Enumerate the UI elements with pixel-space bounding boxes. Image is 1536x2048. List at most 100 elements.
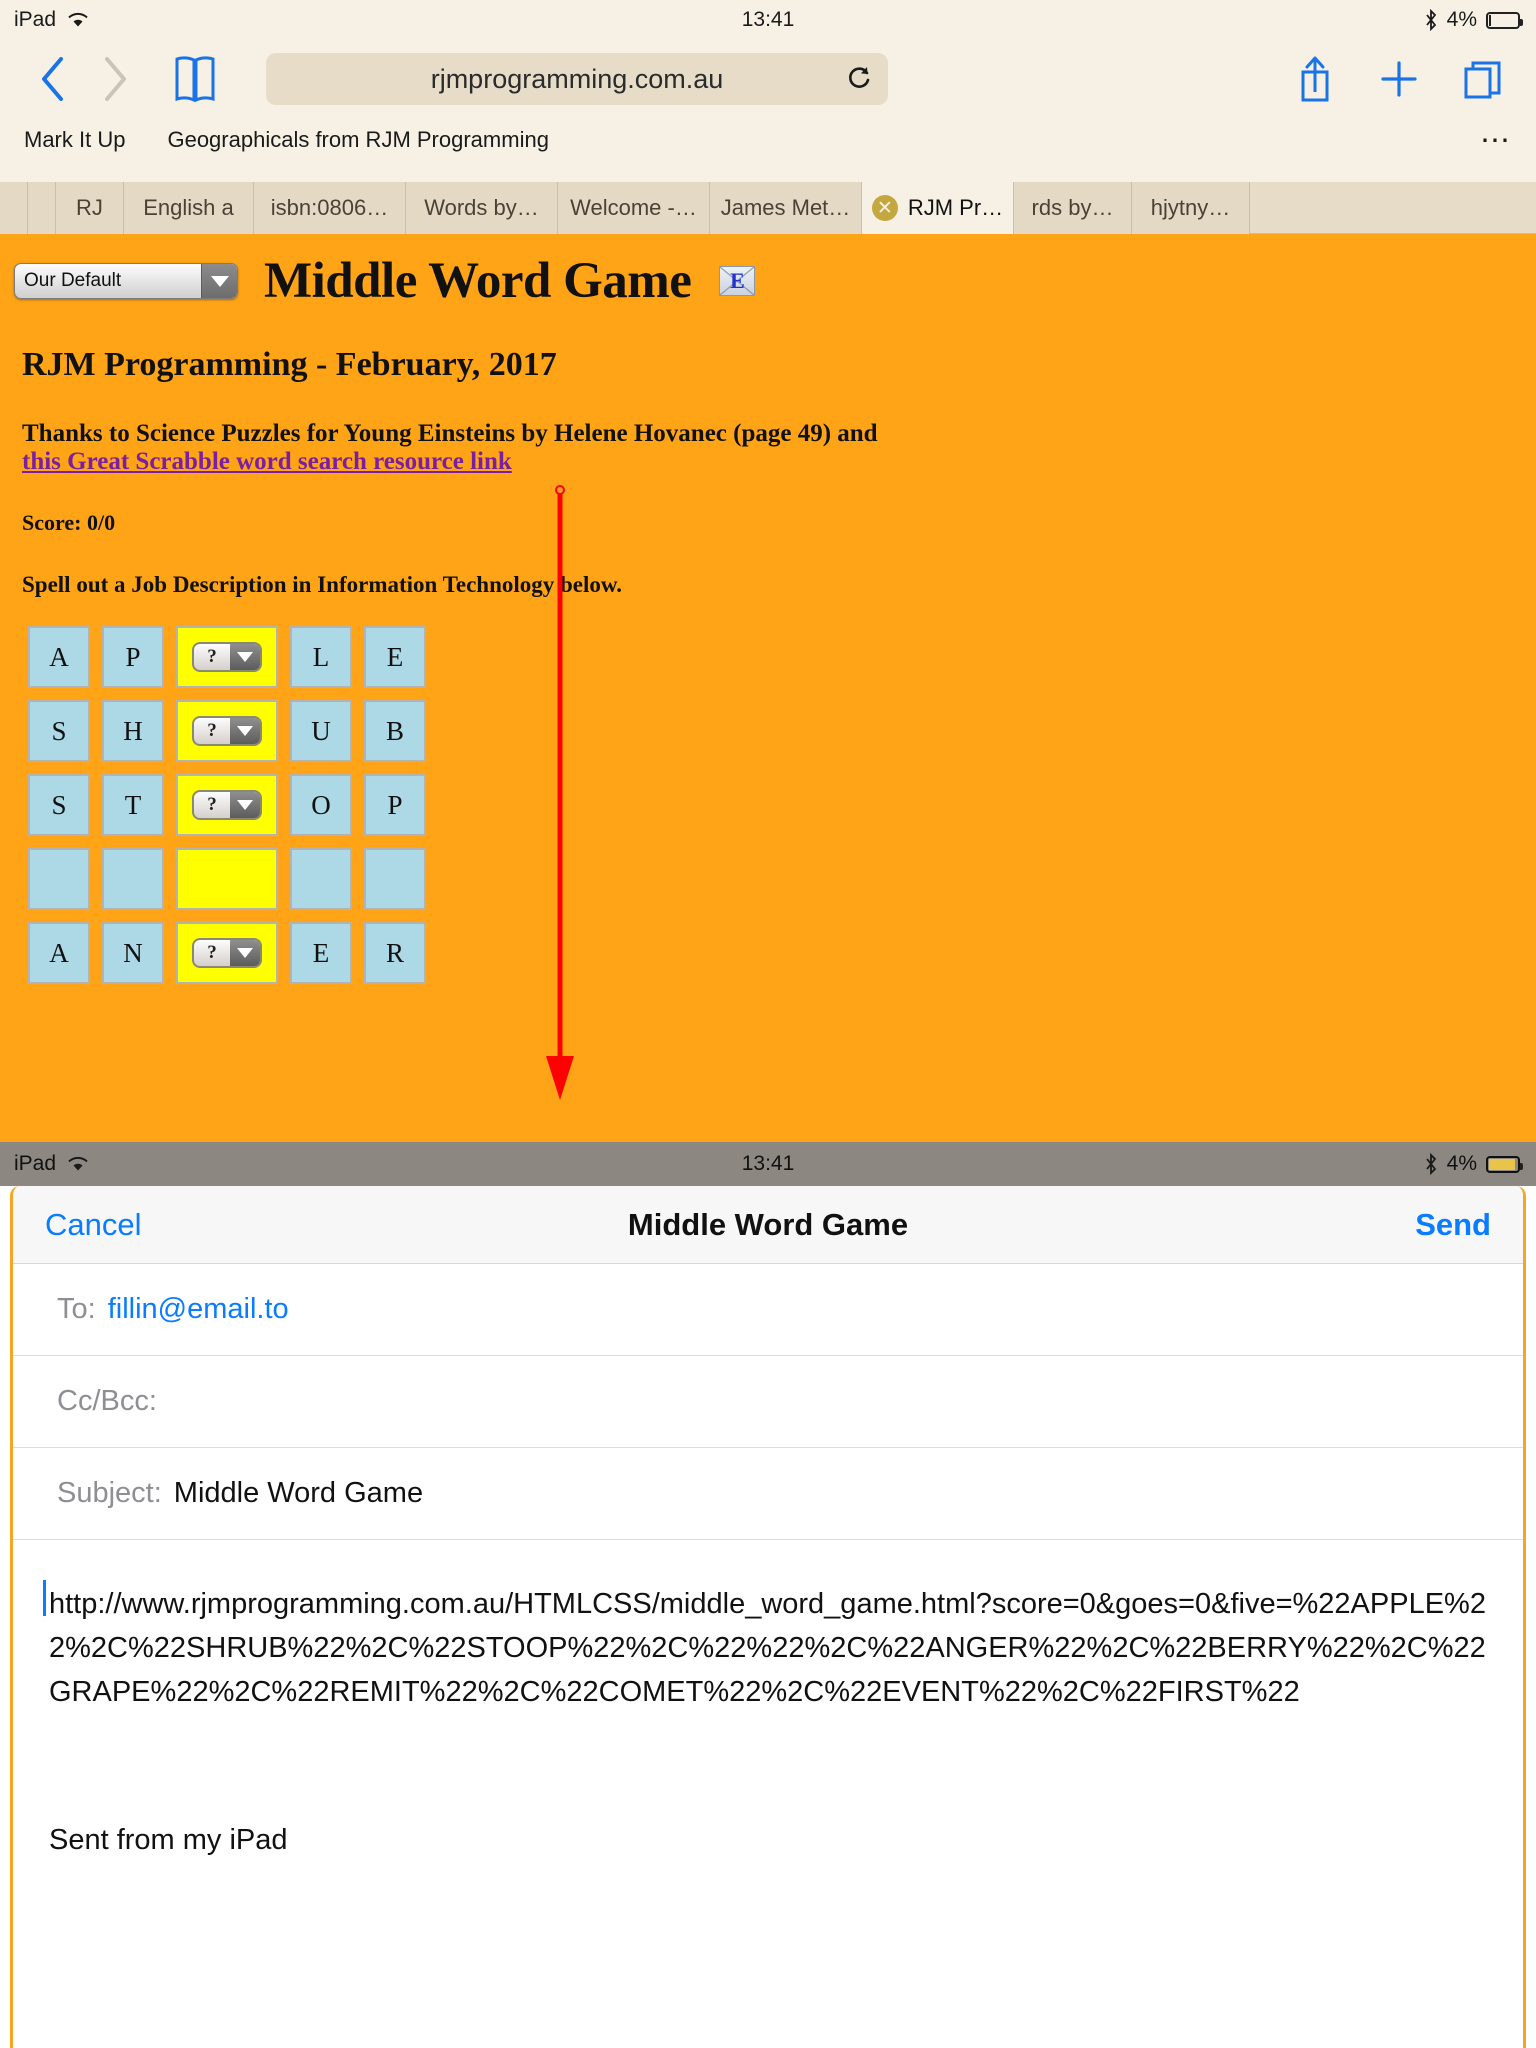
grid-middle-cell-r4	[176, 848, 278, 910]
subject-value[interactable]: Middle Word Game	[174, 1477, 423, 1510]
cc-bcc-field-row[interactable]: Cc/Bcc:	[13, 1356, 1523, 1448]
text-caret	[43, 1580, 46, 1616]
browser-tab-1[interactable]	[28, 182, 56, 234]
grid-middle-cell-r3[interactable]: ?	[176, 774, 278, 836]
grid-letter-cell-r2c4: U	[290, 700, 352, 762]
mail-body-text[interactable]: http://www.rjmprogramming.com.au/HTMLCSS…	[13, 1540, 1523, 1714]
close-icon[interactable]: ✕	[871, 195, 898, 221]
to-recipient[interactable]: fillin@email.to	[108, 1293, 289, 1326]
browser-tab-0[interactable]	[0, 182, 28, 234]
grid-letter-cell-r1c2: P	[102, 626, 164, 688]
to-field-row[interactable]: To: fillin@email.to	[13, 1264, 1523, 1356]
grid-middle-cell-r2[interactable]: ?	[176, 700, 278, 762]
email-icon-letter: E	[730, 268, 745, 293]
browser-tab-2[interactable]: RJ	[56, 182, 124, 234]
grid-middle-cell-r5[interactable]: ?	[176, 922, 278, 984]
browser-tab-label: Welcome -…	[570, 195, 697, 220]
grid-letter-cell-r4c1	[28, 848, 90, 910]
grid-cell-letter: R	[385, 937, 404, 968]
safari-toolbar: rjmprogramming.com.au	[0, 40, 1536, 118]
browser-tab-label: James Met…	[720, 195, 851, 220]
safari-browser-chrome: iPad 13:41 4% rjmprogramming.com.au Mark…	[0, 0, 1536, 182]
grid-middle-cell-r1[interactable]: ?	[176, 626, 278, 688]
ellipsis-icon[interactable]: ⋯	[1480, 123, 1512, 158]
address-bar[interactable]: rjmprogramming.com.au	[266, 53, 888, 105]
middle-letter-select-value: ?	[207, 646, 217, 667]
cc-bcc-label: Cc/Bcc:	[57, 1385, 157, 1417]
grid-cell-letter: S	[51, 789, 67, 820]
browser-tab-label: rds by…	[1031, 195, 1114, 220]
mail-compose-sheet: iPad 13:41 4% Cancel Middle Word Game Se…	[0, 1142, 1536, 2048]
style-select[interactable]: Our Default	[14, 263, 238, 299]
grid-cell-letter: L	[312, 641, 330, 672]
chevron-down-icon	[230, 644, 260, 670]
middle-letter-select-r1[interactable]: ?	[192, 642, 262, 672]
middle-letter-select-value: ?	[207, 720, 217, 741]
grid-cell-letter: U	[311, 715, 331, 746]
subject-field-row[interactable]: Subject: Middle Word Game	[13, 1448, 1523, 1540]
back-button[interactable]	[22, 48, 84, 110]
middle-letter-select-value: ?	[207, 942, 217, 963]
grid-cell-letter: N	[123, 937, 143, 968]
scrabble-resource-link[interactable]: this Great Scrabble word search resource…	[22, 448, 512, 475]
grid-letter-cell-r5c1: A	[28, 922, 90, 984]
reload-icon[interactable]	[844, 64, 874, 94]
browser-tab-10[interactable]: hjytny…	[1132, 182, 1250, 234]
browser-tab-label: English a	[143, 195, 234, 220]
chevron-down-icon	[201, 264, 237, 298]
browser-tab-6[interactable]: Welcome -…	[558, 182, 710, 234]
browser-tab-9[interactable]: rds by…	[1014, 182, 1132, 234]
browser-tab-label: RJM Pr…	[907, 195, 1004, 220]
grid-cell-letter: P	[125, 641, 141, 672]
grid-letter-cell-r2c2: H	[102, 700, 164, 762]
bookmark-mark-it-up[interactable]: Mark It Up	[24, 127, 125, 153]
grid-cell-letter: E	[312, 937, 330, 968]
tab-strip: RJ English a isbn:0806… Words by… Welcome -……	[0, 182, 1536, 234]
browser-tab-3[interactable]: English a	[124, 182, 254, 234]
show-tabs-button[interactable]	[1452, 48, 1514, 110]
browser-tab-4[interactable]: isbn:0806…	[254, 182, 406, 234]
bookmarks-button[interactable]	[164, 48, 226, 110]
chevron-down-icon	[230, 940, 260, 966]
middle-letter-select-r5[interactable]: ?	[192, 938, 262, 968]
mail-status-bar: iPad 13:41 4%	[0, 1142, 1536, 1186]
page-title: Middle Word Game	[264, 253, 692, 309]
credits-text: Thanks to Science Puzzles for Young Eins…	[22, 420, 878, 447]
bookmarks-bar: Mark It Up Geographicals from RJM Progra…	[0, 118, 1536, 162]
grid-letter-cell-r2c1: S	[28, 700, 90, 762]
grid-cell-letter: E	[386, 641, 404, 672]
grid-letter-cell-r1c4: L	[290, 626, 352, 688]
browser-tab-8[interactable]: ✕ RJM Pr…	[862, 182, 1014, 234]
address-bar-url: rjmprogramming.com.au	[430, 63, 724, 94]
ios-status-bar: iPad 13:41 4%	[0, 0, 1536, 40]
middle-letter-select-r2[interactable]: ?	[192, 716, 262, 746]
browser-tab-label: hjytny…	[1150, 195, 1231, 220]
forward-button[interactable]	[84, 48, 146, 110]
page-title-row: Our Default Middle Word Game E	[14, 252, 1536, 310]
grid-cell-letter: T	[124, 789, 142, 820]
grid-letter-cell-r3c1: S	[28, 774, 90, 836]
mail-compose-panel: Cancel Middle Word Game Send To: fillin@…	[10, 1186, 1526, 2048]
byline: RJM Programming - February, 2017	[22, 346, 557, 383]
grid-letter-cell-r4c5	[364, 848, 426, 910]
browser-tab-label: RJ	[76, 195, 103, 220]
chevron-down-icon	[230, 792, 260, 818]
grid-cell-letter: O	[311, 789, 331, 820]
new-tab-button[interactable]	[1368, 48, 1430, 110]
score-label: Score: 0/0	[22, 510, 116, 535]
browser-tab-label: Words by…	[424, 195, 539, 220]
annotation-arrow	[546, 485, 574, 1100]
bookmark-geographicals[interactable]: Geographicals from RJM Programming	[167, 127, 548, 153]
grid-letter-cell-r5c2: N	[102, 922, 164, 984]
mail-signature: Sent from my iPad	[49, 1824, 288, 1857]
browser-tab-7[interactable]: James Met…	[710, 182, 862, 234]
middle-letter-select-r3[interactable]: ?	[192, 790, 262, 820]
chevron-down-icon	[230, 718, 260, 744]
share-button[interactable]	[1284, 48, 1346, 110]
grid-letter-cell-r5c4: E	[290, 922, 352, 984]
grid-cell-letter: B	[385, 715, 404, 746]
email-envelope-icon[interactable]: E	[719, 266, 756, 296]
mail-body-url: http://www.rjmprogramming.com.au/HTMLCSS…	[49, 1588, 1486, 1709]
browser-tab-5[interactable]: Words by…	[406, 182, 558, 234]
letter-grid: A P? L E S H? U B S T? O P A N? E R	[28, 626, 426, 984]
